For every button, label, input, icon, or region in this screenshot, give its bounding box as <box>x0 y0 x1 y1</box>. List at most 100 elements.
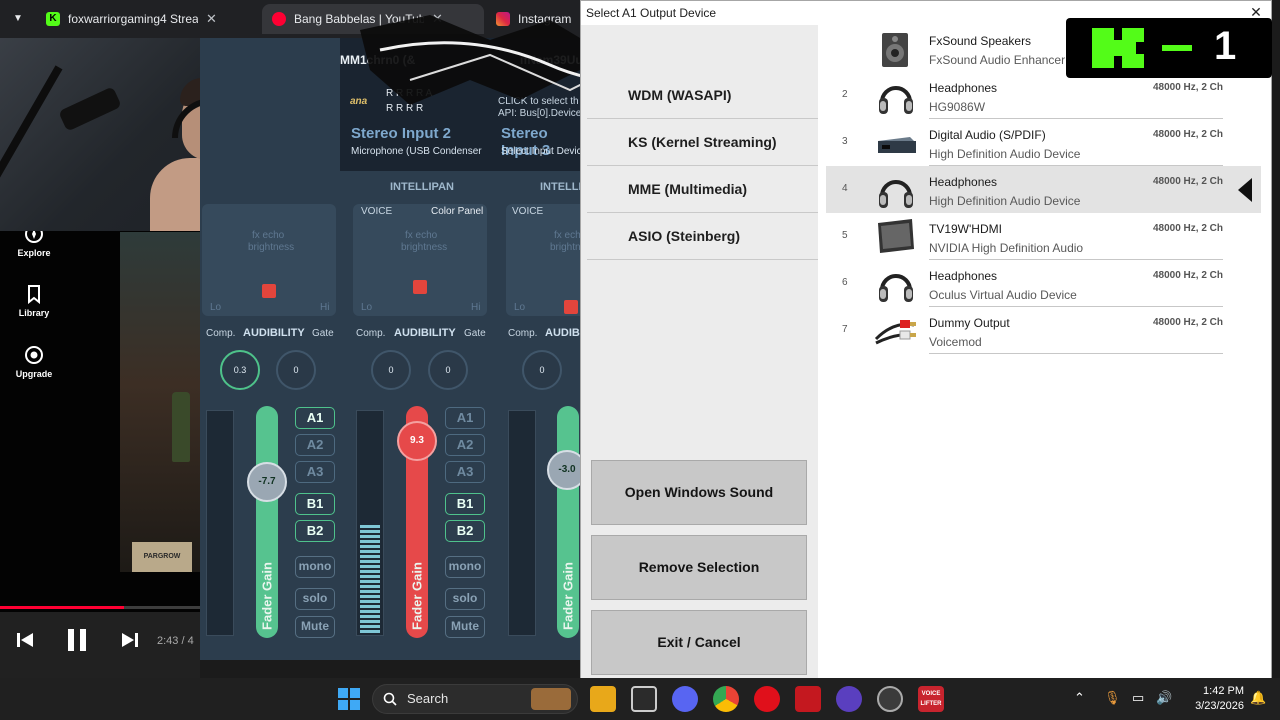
voicemeeter-window: MM1chrn0 (& ifNam39Uut ana R R R R A R R… <box>200 38 580 660</box>
kick-logo-icon <box>1092 28 1192 68</box>
gate-knob[interactable]: 0 <box>428 350 468 390</box>
pan-cursor[interactable] <box>262 284 276 298</box>
clock-time: 1:42 PM <box>1203 685 1244 697</box>
driver-mme[interactable]: MME (Multimedia) <box>587 166 818 213</box>
tab-title: foxwarriorgaming4 Stream - Wa <box>68 12 198 26</box>
nav-library[interactable]: Library <box>0 284 68 318</box>
bus-b2-button[interactable]: B2 <box>295 520 335 542</box>
driver-wdm[interactable]: WDM (WASAPI) <box>587 72 818 119</box>
comp-knob[interactable]: 0 <box>371 350 411 390</box>
voice-lifter-icon[interactable]: VOICE LIFTER <box>918 686 944 712</box>
device-row[interactable]: 7 Dummy Output Voicemod 48000 Hz, 2 Ch <box>826 307 1261 354</box>
microphone-icon[interactable]: 🎙 <box>1104 690 1121 706</box>
fader-gain-strip-4[interactable]: Fader Gain <box>557 406 579 638</box>
headphones-icon <box>879 180 913 208</box>
windows-start-icon[interactable] <box>337 687 361 711</box>
kick-logo-overlay: 1 <box>1066 18 1272 78</box>
adobe-icon[interactable] <box>795 686 821 712</box>
mute-button[interactable]: Mute <box>295 616 335 638</box>
discord-icon[interactable] <box>672 686 698 712</box>
click-hint: CLICK to select th <box>498 96 579 107</box>
chrome-icon[interactable] <box>713 686 739 712</box>
settings-app-icon[interactable] <box>877 686 903 712</box>
driver-asio[interactable]: ASIO (Steinberg) <box>587 213 818 260</box>
strip-title[interactable]: Stereo Input 2 <box>351 125 451 142</box>
bus-b2-button[interactable]: B2 <box>445 520 485 542</box>
playback-progress-bar[interactable] <box>0 606 200 609</box>
solo-button[interactable]: solo <box>445 588 485 610</box>
search-label: Search <box>407 691 449 706</box>
mute-button[interactable]: Mute <box>445 616 485 638</box>
fader-knob[interactable]: 9.3 <box>397 421 437 461</box>
tab-search-dropdown[interactable]: ▼ <box>8 10 28 28</box>
file-explorer-icon[interactable] <box>590 686 616 712</box>
device-row[interactable]: 6 Headphones Oculus Virtual Audio Device… <box>826 260 1261 307</box>
strip-device[interactable]: Microphone (USB Condenser <box>351 146 482 157</box>
nav-label: Explore <box>17 248 51 258</box>
bus-b1-button[interactable]: B1 <box>445 493 485 515</box>
comp-knob[interactable]: 0 <box>522 350 562 390</box>
progress-fill <box>0 606 124 609</box>
device-row-selected[interactable]: 4 Headphones High Definition Audio Devic… <box>826 166 1261 213</box>
pan-cursor[interactable] <box>413 280 427 294</box>
driver-ks[interactable]: KS (Kernel Streaming) <box>587 119 818 166</box>
rca-cable-icon <box>874 320 916 345</box>
bottle-shape <box>172 392 190 462</box>
bus-b1-button[interactable]: B1 <box>295 493 335 515</box>
intellipan-pad[interactable]: fx echo brightness Lo Hi <box>202 204 336 316</box>
device-row[interactable]: 2 Headphones HG9086W 48000 Hz, 2 Ch <box>826 72 1261 119</box>
headphones-icon <box>879 86 913 114</box>
intellipan-pad[interactable]: VOICE fx echo brightness Lo <box>506 204 580 316</box>
bus-a2-button[interactable]: A2 <box>295 434 335 456</box>
opera-icon[interactable] <box>754 686 780 712</box>
device-row[interactable]: 5 TV19W'HDMI NVIDIA High Definition Audi… <box>826 213 1261 260</box>
bus-a2-button[interactable]: A2 <box>445 434 485 456</box>
notification-icon[interactable]: 🔔 <box>1250 690 1266 706</box>
browser-tab-bar: ▼ K foxwarriorgaming4 Stream - Wa ✕ Bang… <box>0 0 580 38</box>
strip-device[interactable]: Select Input Devic <box>501 146 580 157</box>
gate-label: Gate <box>464 328 486 339</box>
taskbar-clock[interactable]: 1:42 PM 3/23/2026 <box>1180 684 1244 714</box>
app-icon[interactable] <box>836 686 862 712</box>
select-output-device-dialog: Select A1 Output Device ✕ WDM (WASAPI) K… <box>580 0 1272 685</box>
mono-button[interactable]: mono <box>295 556 335 578</box>
pan-cursor[interactable] <box>564 300 578 314</box>
nav-upgrade[interactable]: Upgrade <box>0 345 68 379</box>
open-windows-sound-button[interactable]: Open Windows Sound <box>591 460 807 525</box>
comp-knob[interactable]: 0.3 <box>220 350 260 390</box>
device-row[interactable]: 3 Digital Audio (S/PDIF) High Definition… <box>826 119 1261 166</box>
remove-selection-button[interactable]: Remove Selection <box>591 535 807 600</box>
intellipan-label: INTELLIPAN <box>390 181 454 193</box>
browser-tab-ytmusic[interactable]: Bang Babbelas | YouTube Mu ✕ <box>262 4 484 34</box>
intellipan-label: INTELLI <box>540 181 580 193</box>
intellipan-pad[interactable]: VOICE Color Panel fx echo brightness Lo … <box>353 204 487 316</box>
chevron-up-icon[interactable]: ⌃ <box>1074 690 1085 706</box>
close-icon[interactable]: ✕ <box>206 11 217 27</box>
previous-track-icon[interactable] <box>15 630 35 650</box>
bus-a3-button[interactable]: A3 <box>295 461 335 483</box>
close-icon[interactable]: ✕ <box>432 11 443 27</box>
browser-tab-kick[interactable]: K foxwarriorgaming4 Stream - Wa ✕ <box>36 4 260 34</box>
search-highlight-icon <box>531 688 571 710</box>
mono-button[interactable]: mono <box>445 556 485 578</box>
fader-knob[interactable]: -7.7 <box>247 462 287 502</box>
browser-tab-instagram[interactable]: Instagram <box>486 4 580 34</box>
r-buttons[interactable]: R R R R A R R R R <box>386 86 432 116</box>
exit-cancel-button[interactable]: Exit / Cancel <box>591 610 807 675</box>
volume-icon[interactable]: 🔊 <box>1156 690 1172 706</box>
taskbar-search[interactable]: Search <box>372 684 578 714</box>
snipping-tool-icon[interactable] <box>631 686 657 712</box>
bus-a3-button[interactable]: A3 <box>445 461 485 483</box>
bus-a1-button[interactable]: A1 <box>445 407 485 429</box>
fader-gain-strip-2[interactable]: Fader Gain <box>256 406 278 638</box>
fader-knob[interactable]: -3.0 <box>547 450 580 490</box>
audibility-label: AUDIBILITY <box>394 327 456 339</box>
gate-knob[interactable]: 0 <box>276 350 316 390</box>
solo-button[interactable]: solo <box>295 588 335 610</box>
network-icon[interactable]: ▭ <box>1132 690 1144 706</box>
bus-a1-button[interactable]: A1 <box>295 407 335 429</box>
pause-icon[interactable] <box>63 626 91 654</box>
next-track-icon[interactable] <box>120 630 140 650</box>
instagram-favicon-icon <box>496 12 510 26</box>
headphones-icon <box>879 274 913 302</box>
